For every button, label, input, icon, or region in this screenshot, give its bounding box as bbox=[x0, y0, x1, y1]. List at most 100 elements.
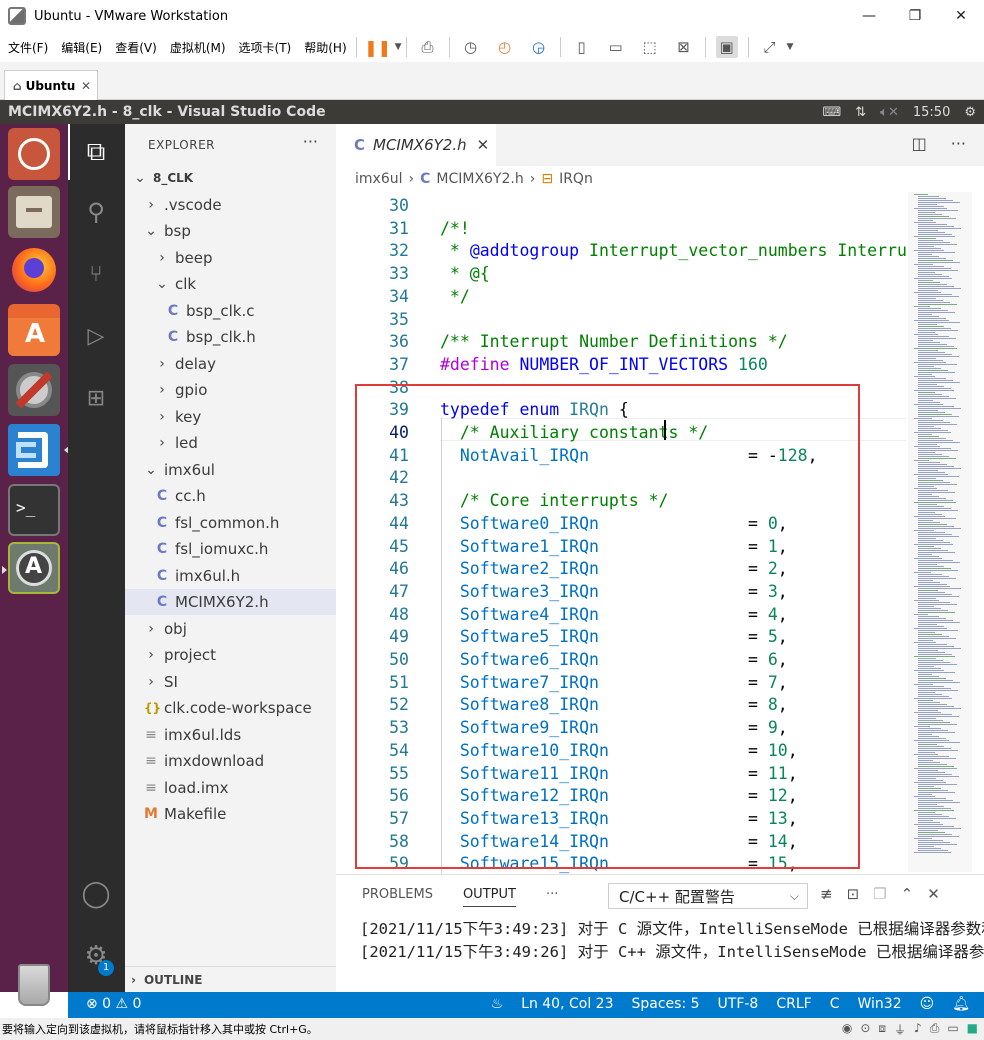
volume-muted-icon[interactable]: 🔈︎✕ bbox=[880, 105, 899, 120]
outline-section[interactable]: › OUTLINE bbox=[125, 966, 336, 992]
tree-item[interactable]: › led bbox=[125, 430, 336, 456]
panel-more-icon[interactable]: ··· bbox=[546, 887, 558, 907]
revert-snapshot-icon[interactable]: ◴ bbox=[494, 36, 516, 58]
tree-item[interactable]: ⌄ imx6ul bbox=[125, 457, 336, 483]
menu-help[interactable]: 帮助(H) bbox=[299, 39, 351, 56]
tab-problems[interactable]: PROBLEMS bbox=[362, 887, 433, 907]
menu-file[interactable]: 文件(F) bbox=[3, 39, 53, 56]
send-ctrl-alt-del-icon[interactable]: ⎙ bbox=[417, 36, 439, 58]
tree-item[interactable]: ⌄ clk bbox=[125, 271, 336, 297]
breadcrumb-folder[interactable]: imx6ul bbox=[355, 171, 402, 187]
close-tab-icon[interactable]: ✕ bbox=[477, 136, 490, 154]
tree-item[interactable]: Cimx6ul.h bbox=[125, 563, 336, 589]
close-panel-icon[interactable]: ✕ bbox=[927, 885, 940, 903]
sound-icon[interactable]: ♪ bbox=[914, 1021, 922, 1038]
tree-item[interactable]: Cfsl_iomuxc.h bbox=[125, 536, 336, 562]
menu-vm[interactable]: 虚拟机(M) bbox=[165, 39, 231, 56]
firefox-icon[interactable] bbox=[8, 244, 60, 296]
system-settings-icon[interactable] bbox=[8, 364, 60, 416]
tree-item[interactable]: ≡ imx6ul.lds bbox=[125, 722, 336, 748]
tab-close-icon[interactable]: ✕ bbox=[81, 79, 91, 93]
tree-item[interactable]: Cfsl_common.h bbox=[125, 510, 336, 536]
snapshot-manager-icon[interactable]: ◶ bbox=[528, 36, 550, 58]
source-control-icon[interactable]: ⑂ bbox=[80, 258, 112, 290]
tree-item[interactable]: {} clk.code-workspace bbox=[125, 695, 336, 721]
settings-gear-icon[interactable]: ⚙ bbox=[964, 105, 976, 120]
fullscreen-bar-icon[interactable]: ▭ bbox=[605, 36, 627, 58]
tree-item[interactable]: C MCIMX6Y2.h bbox=[125, 589, 336, 615]
pause-dropdown-icon[interactable]: ▼ bbox=[395, 42, 402, 52]
breadcrumb-symbol[interactable]: IRQn bbox=[559, 171, 593, 187]
minimap-viewport[interactable] bbox=[908, 192, 972, 872]
pause-icon[interactable]: ❚❚ bbox=[364, 36, 391, 58]
tree-item[interactable]: Cbsp_clk.c bbox=[125, 298, 336, 324]
feedback-icon[interactable]: ☺ bbox=[920, 996, 935, 1012]
tree-item[interactable]: ⌄ bsp bbox=[125, 218, 336, 244]
library-icon[interactable]: ▯ bbox=[571, 36, 593, 58]
terminal-icon[interactable]: >_ bbox=[8, 484, 60, 536]
console-view-icon[interactable]: ▣ bbox=[715, 36, 738, 58]
tree-item[interactable]: › delay bbox=[125, 351, 336, 377]
tree-item[interactable]: Cbsp_clk.h bbox=[125, 324, 336, 350]
tree-item[interactable]: › key bbox=[125, 404, 336, 430]
unity-icon[interactable]: ⊠ bbox=[673, 36, 695, 58]
platform[interactable]: Win32 bbox=[857, 996, 901, 1012]
trash-icon[interactable] bbox=[8, 958, 60, 1010]
problems-count[interactable]: ⊗ 0 ⚠ 0 bbox=[86, 996, 141, 1012]
encoding[interactable]: UTF-8 bbox=[718, 996, 759, 1012]
line-ending[interactable]: CRLF bbox=[776, 996, 811, 1012]
more-actions-icon[interactable]: ··· bbox=[951, 134, 966, 153]
account-icon[interactable]: ◯ bbox=[80, 878, 112, 910]
fit-guest-icon[interactable]: ⬚ bbox=[639, 36, 661, 58]
vscode-icon[interactable] bbox=[8, 424, 69, 476]
display-icon[interactable]: ▭ bbox=[947, 1021, 958, 1038]
more-actions-icon[interactable]: ··· bbox=[303, 132, 318, 151]
editor-tab-mcimx6y2[interactable]: C MCIMX6Y2.h ✕ bbox=[336, 124, 496, 166]
lock-scroll-icon[interactable]: ⊡ bbox=[847, 885, 860, 903]
software-center-icon[interactable]: A bbox=[8, 304, 60, 356]
output-channel-select[interactable]: C/C++ 配置警告 ⌵ bbox=[608, 883, 808, 909]
tree-item[interactable]: › obj bbox=[125, 616, 336, 642]
search-icon[interactable]: ⚲ bbox=[80, 196, 112, 228]
explorer-icon[interactable]: ⧉ bbox=[80, 136, 112, 168]
tree-item[interactable]: › .vscode bbox=[125, 192, 336, 218]
tree-item[interactable]: › project bbox=[125, 642, 336, 668]
open-log-icon[interactable]: ❐ bbox=[873, 885, 886, 903]
snapshot-icon[interactable]: ◷ bbox=[460, 36, 482, 58]
split-editor-icon[interactable]: ◫ bbox=[912, 134, 927, 153]
menu-edit[interactable]: 编辑(E) bbox=[56, 39, 107, 56]
bell-icon[interactable]: 🔔︎ bbox=[952, 996, 970, 1012]
cursor-position[interactable]: Ln 40, Col 23 bbox=[521, 996, 613, 1012]
tree-item[interactable]: › beep bbox=[125, 245, 336, 271]
disk-icon[interactable]: ◉ bbox=[842, 1021, 852, 1038]
menu-view[interactable]: 查看(V) bbox=[110, 39, 162, 56]
menu-tabs[interactable]: 选项卡(T) bbox=[234, 39, 297, 56]
stretch-dropdown-icon[interactable]: ▼ bbox=[787, 42, 794, 52]
maximize-panel-icon[interactable]: ⌃ bbox=[901, 885, 914, 903]
tree-item[interactable]: › SI bbox=[125, 669, 336, 695]
ubuntu-dash-icon[interactable] bbox=[8, 128, 60, 180]
tree-item[interactable]: M Makefile bbox=[125, 801, 336, 827]
clear-output-icon[interactable]: ≢ bbox=[820, 885, 833, 903]
maximize-button[interactable]: ❐ bbox=[892, 0, 938, 32]
cd-icon[interactable]: ⊙ bbox=[860, 1021, 870, 1038]
files-icon[interactable] bbox=[8, 186, 60, 238]
tab-ubuntu[interactable]: ⌂ Ubuntu ✕ bbox=[4, 70, 98, 100]
indentation[interactable]: Spaces: 5 bbox=[632, 996, 700, 1012]
usb-icon[interactable]: ⏚ bbox=[894, 1021, 906, 1038]
network-icon[interactable]: ⇅ bbox=[855, 105, 866, 120]
tree-item[interactable]: ≡ imxdownload bbox=[125, 748, 336, 774]
tab-output[interactable]: OUTPUT bbox=[462, 887, 516, 907]
tree-item[interactable]: Ccc.h bbox=[125, 483, 336, 509]
run-debug-icon[interactable]: ▷ bbox=[80, 320, 112, 352]
tree-item[interactable]: ⌄ 8_CLK bbox=[125, 165, 336, 191]
minimap[interactable] bbox=[908, 192, 972, 874]
network-adapter-icon[interactable]: ⧈ bbox=[878, 1021, 886, 1038]
clock[interactable]: 15:50 bbox=[913, 105, 950, 120]
extensions-icon[interactable]: ⊞ bbox=[80, 382, 112, 414]
stretch-icon[interactable]: ⤢ bbox=[759, 36, 781, 58]
flame-icon[interactable]: ♨ bbox=[491, 996, 504, 1012]
close-button[interactable]: ✕ bbox=[938, 0, 984, 32]
keyboard-icon[interactable]: ⌨ bbox=[823, 105, 842, 120]
tree-item[interactable]: ≡ load.imx bbox=[125, 775, 336, 801]
